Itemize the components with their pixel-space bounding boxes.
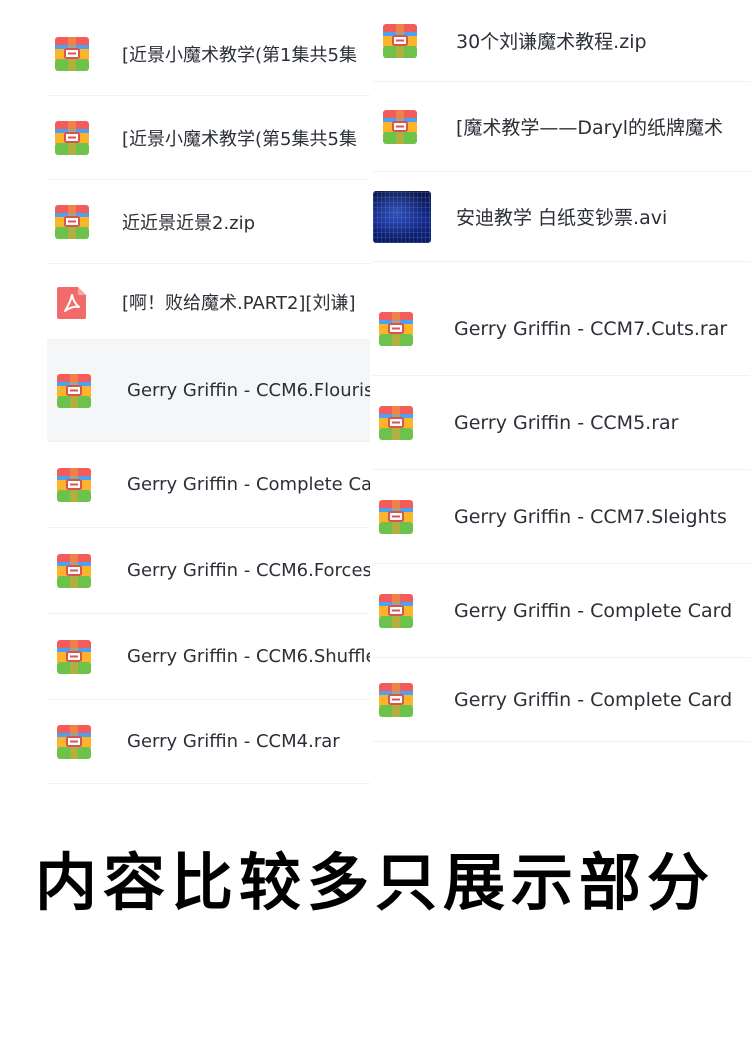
file-name: Gerry Griffin - CCM4.rar: [127, 731, 340, 752]
archive-icon: [54, 120, 90, 156]
file-name: Gerry Griffin - CCM7.Cuts.rar: [454, 317, 728, 340]
file-name: 近近景近景2.zip: [122, 212, 256, 234]
file-row-left-2[interactable]: [近景小魔术教学(第5集共5集: [47, 96, 370, 180]
file-row-left-4[interactable]: [啊！败给魔术.PART2][刘谦]: [47, 264, 370, 340]
archive-icon: [378, 499, 414, 535]
archive-icon: [382, 109, 418, 145]
archive-icon: [378, 311, 414, 347]
archive-icon: [56, 467, 92, 503]
file-name: Gerry Griffin - CCM7.Sleights: [454, 505, 727, 528]
file-row-left-9[interactable]: Gerry Griffin - CCM4.rar: [47, 700, 370, 784]
archive-icon: [54, 204, 90, 240]
file-name: Gerry Griffin - CCM5.rar: [454, 411, 679, 434]
archive-icon: [54, 36, 90, 72]
file-row-left-3[interactable]: 近近景近景2.zip: [47, 180, 370, 264]
file-name: Gerry Griffin - Complete Card: [454, 688, 733, 711]
file-name: 安迪教学 白纸变钞票.avi: [456, 207, 668, 229]
file-row-right-7[interactable]: Gerry Griffin - Complete Card: [372, 564, 750, 658]
file-row-left-5[interactable]: Gerry Griffin - CCM6.Flourishes: [47, 340, 370, 442]
archive-icon: [56, 553, 92, 589]
file-name: [魔术教学——Daryl的纸牌魔术: [456, 117, 724, 139]
file-row-right-1[interactable]: 30个刘谦魔术教程.zip: [372, 0, 750, 82]
file-row-right-3[interactable]: 安迪教学 白纸变钞票.avi: [372, 172, 750, 262]
archive-icon: [56, 639, 92, 675]
file-name: Gerry Griffin - CCM6.Flourishes: [127, 380, 370, 401]
file-row-left-1[interactable]: [近景小魔术教学(第1集共5集: [47, 12, 370, 96]
file-name: Gerry Griffin - CCM6.Forces: [127, 560, 370, 581]
file-row-right-6[interactable]: Gerry Griffin - CCM7.Sleights: [372, 470, 750, 564]
file-row-left-8[interactable]: Gerry Griffin - CCM6.Shuffles: [47, 614, 370, 700]
file-row-left-6[interactable]: Gerry Griffin - Complete Card: [47, 442, 370, 528]
archive-icon: [56, 373, 92, 409]
file-name: [近景小魔术教学(第5集共5集: [122, 128, 357, 150]
file-row-right-5[interactable]: Gerry Griffin - CCM5.rar: [372, 376, 750, 470]
file-name: [啊！败给魔术.PART2][刘谦]: [122, 292, 356, 314]
video-thumbnail: [373, 190, 431, 243]
pdf-icon: [54, 284, 90, 320]
file-name: Gerry Griffin - CCM6.Shuffles: [127, 646, 370, 667]
file-name: 30个刘谦魔术教程.zip: [456, 31, 647, 53]
file-name: Gerry Griffin - Complete Card: [454, 599, 733, 622]
archive-icon: [378, 593, 414, 629]
file-list-left: [近景小魔术教学(第1集共5集 [近景小魔术教学(第5集共5集 近近景近景2.zip…: [47, 8, 370, 784]
file-row-right-8[interactable]: Gerry Griffin - Complete Card: [372, 658, 750, 742]
archive-icon: [378, 405, 414, 441]
archive-icon: [378, 682, 414, 718]
file-row-right-4[interactable]: Gerry Griffin - CCM7.Cuts.rar: [372, 282, 750, 376]
footer-banner: 内容比较多只展示部分: [34, 846, 715, 919]
file-row-left-7[interactable]: Gerry Griffin - CCM6.Forces: [47, 528, 370, 614]
file-name: [近景小魔术教学(第1集共5集: [122, 44, 357, 66]
file-row-right-2[interactable]: [魔术教学——Daryl的纸牌魔术: [372, 82, 750, 172]
archive-icon: [56, 724, 92, 760]
file-name: Gerry Griffin - Complete Card: [127, 474, 370, 495]
file-list-right: 30个刘谦魔术教程.zip [魔术教学——Daryl的纸牌魔术 安迪教学 白纸变钞票…: [372, 0, 750, 742]
archive-icon: [382, 23, 418, 59]
